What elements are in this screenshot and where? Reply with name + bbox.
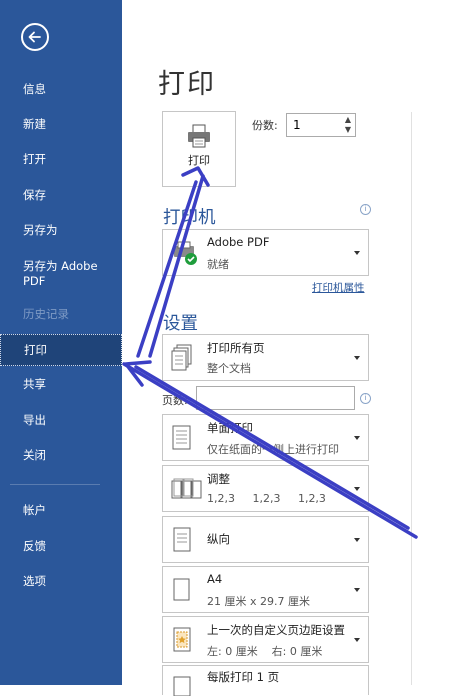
pages-per-sheet-title: 每版打印 1 页 bbox=[207, 670, 280, 684]
sidebar-item-feedback[interactable]: 反馈 bbox=[0, 539, 122, 554]
copies-stepper[interactable]: ▲ ▼ bbox=[286, 113, 356, 137]
sidebar-item-share[interactable]: 共享 bbox=[0, 377, 122, 392]
sidebar-item-close[interactable]: 关闭 bbox=[0, 448, 122, 463]
portrait-icon bbox=[173, 527, 191, 551]
orientation-title: 纵向 bbox=[207, 532, 230, 546]
settings-section-title: 设置 bbox=[163, 314, 198, 334]
margins-title: 上一次的自定义页边距设置 bbox=[207, 623, 345, 637]
sidebar-item-export[interactable]: 导出 bbox=[0, 413, 122, 428]
paper-size-dropdown[interactable]: A4 21 厘米 x 29.7 厘米 bbox=[162, 566, 369, 613]
copies-label: 份数: bbox=[252, 119, 278, 132]
printer-ready-icon bbox=[174, 241, 197, 265]
sidebar-item-save-as-adobe-pdf[interactable]: 另存为 Adobe PDF bbox=[0, 259, 122, 289]
printer-name: Adobe PDF bbox=[207, 235, 270, 249]
copies-spinner[interactable]: ▲ ▼ bbox=[343, 115, 353, 135]
sidebar-item-account[interactable]: 帐户 bbox=[0, 503, 122, 518]
collate-desc: 1,2,3 1,2,3 1,2,3 bbox=[207, 492, 326, 505]
print-range-desc: 整个文档 bbox=[207, 362, 251, 375]
print-button-label: 打印 bbox=[188, 154, 210, 167]
printer-properties-link[interactable]: 打印机属性 bbox=[312, 280, 365, 295]
copies-input[interactable] bbox=[293, 115, 343, 135]
pages-label: 页数: bbox=[162, 394, 188, 407]
chevron-down-icon bbox=[354, 637, 360, 642]
preview-divider bbox=[411, 112, 412, 685]
paper-size-icon bbox=[173, 578, 190, 600]
printer-section-title: 打印机 bbox=[163, 208, 216, 228]
one-sided-icon bbox=[172, 425, 191, 449]
sides-dropdown[interactable]: 单面打印 仅在纸面的一侧上进行打印 bbox=[162, 414, 369, 461]
sides-desc: 仅在纸面的一侧上进行打印 bbox=[207, 443, 339, 456]
print-button[interactable]: 打印 bbox=[162, 111, 236, 187]
pages-per-sheet-icon bbox=[173, 676, 191, 696]
sidebar-item-history: 历史记录 bbox=[23, 307, 69, 321]
sidebar-item-open[interactable]: 打开 bbox=[0, 152, 122, 167]
paper-size-desc: 21 厘米 x 29.7 厘米 bbox=[207, 595, 310, 608]
sidebar-item-label: 另存为 Adobe bbox=[23, 259, 98, 273]
spin-down-icon[interactable]: ▼ bbox=[343, 125, 353, 135]
orientation-dropdown[interactable]: 纵向 bbox=[162, 516, 369, 563]
arrow-left-icon bbox=[28, 31, 41, 43]
chevron-down-icon bbox=[354, 250, 360, 255]
sidebar-item-label-line2: PDF bbox=[23, 274, 46, 288]
page-title: 打印 bbox=[158, 69, 216, 100]
back-button[interactable] bbox=[21, 23, 49, 51]
print-range-title: 打印所有页 bbox=[207, 341, 265, 355]
margins-dropdown[interactable]: 上一次的自定义页边距设置 左: 0 厘米 右: 0 厘米 bbox=[162, 616, 369, 663]
collate-dropdown[interactable]: 调整 1,2,3 1,2,3 1,2,3 bbox=[162, 465, 369, 512]
collate-icon bbox=[171, 478, 202, 498]
pages-per-sheet-dropdown[interactable]: 每版打印 1 页 bbox=[162, 665, 369, 696]
sidebar-item-print[interactable]: 打印 bbox=[0, 334, 122, 366]
print-range-dropdown[interactable]: 打印所有页 整个文档 bbox=[162, 334, 369, 381]
chevron-down-icon bbox=[354, 486, 360, 491]
margins-icon bbox=[173, 627, 191, 651]
printer-icon bbox=[188, 124, 210, 148]
sidebar-item-info[interactable]: 信息 bbox=[0, 82, 122, 97]
paper-size-title: A4 bbox=[207, 572, 223, 586]
sidebar-divider bbox=[10, 484, 100, 485]
chevron-down-icon bbox=[354, 537, 360, 542]
sidebar-item-new[interactable]: 新建 bbox=[0, 117, 122, 132]
printer-dropdown[interactable]: Adobe PDF 就绪 bbox=[162, 229, 369, 276]
pages-input[interactable] bbox=[196, 386, 355, 410]
printer-status: 就绪 bbox=[207, 258, 229, 271]
pages-icon bbox=[171, 344, 192, 370]
chevron-down-icon bbox=[354, 587, 360, 592]
spin-up-icon[interactable]: ▲ bbox=[343, 115, 353, 125]
margins-desc: 左: 0 厘米 右: 0 厘米 bbox=[207, 645, 323, 658]
sidebar-item-save-as[interactable]: 另存为 bbox=[0, 223, 122, 238]
sides-title: 单面打印 bbox=[207, 421, 253, 435]
printer-info-icon[interactable]: i bbox=[360, 204, 371, 215]
backstage-sidebar: 信息 新建 打开 保存 另存为 另存为 Adobe PDF 历史记录 打印 共享… bbox=[0, 0, 122, 685]
sidebar-item-options[interactable]: 选项 bbox=[0, 574, 122, 589]
chevron-down-icon bbox=[354, 435, 360, 440]
chevron-down-icon bbox=[354, 355, 360, 360]
pages-info-icon[interactable]: i bbox=[360, 393, 371, 404]
sidebar-item-save[interactable]: 保存 bbox=[0, 188, 122, 203]
collate-title: 调整 bbox=[207, 472, 230, 486]
